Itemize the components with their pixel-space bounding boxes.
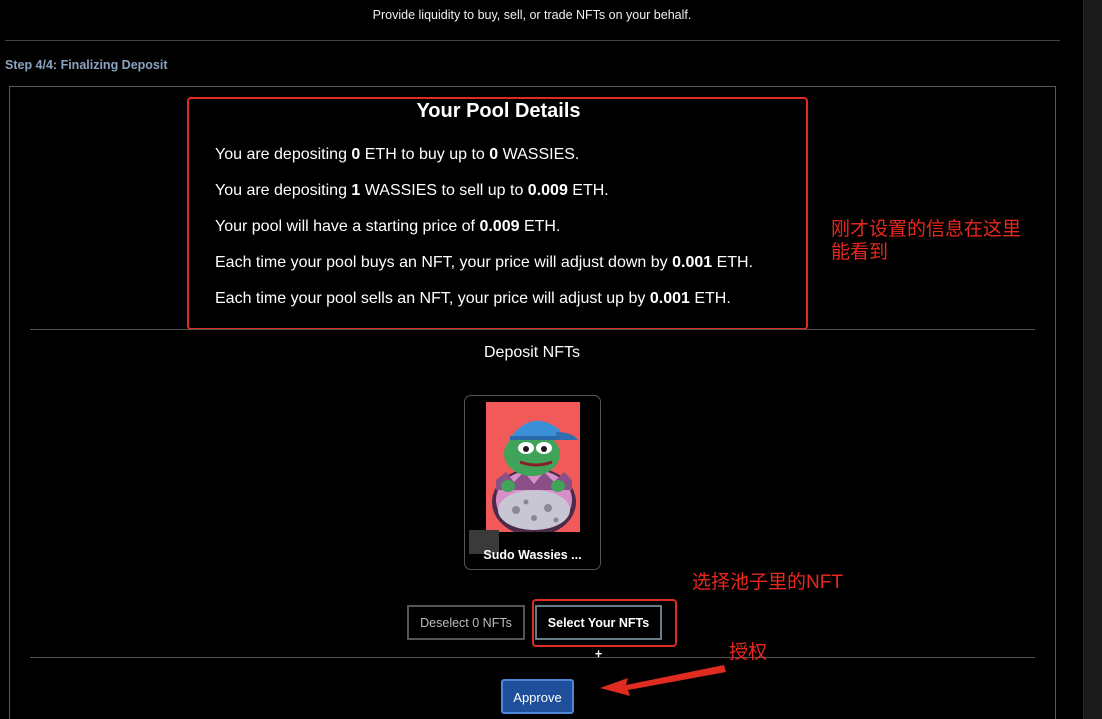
divider [5, 40, 1060, 41]
page: Provide liquidity to buy, sell, or trade… [0, 0, 1102, 719]
annotation-select-note: 选择池子里的NFT [692, 572, 843, 593]
annotation-arrow-icon [600, 665, 726, 696]
nft-card[interactable]: Sudo Wassies ... [464, 395, 601, 570]
detail-line-sell-delta: Each time your pool sells an NFT, your p… [215, 290, 731, 307]
detail-line-buy-delta: Each time your pool buys an NFT, your pr… [215, 254, 754, 271]
annotation-details-note: 刚才设置的信息在这里 能看到 [831, 218, 1021, 264]
detail-line-sell-deposit: You are depositing 1 WASSIES to sell up … [215, 182, 609, 199]
divider [30, 657, 1035, 658]
approve-button[interactable]: Approve [501, 679, 574, 714]
step-label: Step 4/4: Finalizing Deposit [5, 58, 168, 72]
deposit-nfts-title: Deposit NFTs [483, 344, 581, 361]
select-nfts-button[interactable]: Select Your NFTs + [535, 605, 662, 661]
nft-name: Sudo Wassies ... [483, 548, 582, 562]
nft-image [486, 402, 580, 532]
divider [30, 329, 1035, 330]
annotation-approve-note: 授权 [729, 642, 768, 663]
annotation-details-note-line2: 能看到 [831, 242, 889, 263]
nft-artwork [486, 402, 580, 532]
annotation-details-note-line1: 刚才设置的信息在这里 [831, 219, 1022, 240]
detail-line-buy-deposit: You are depositing 0 ETH to buy up to 0 … [215, 146, 580, 163]
pool-details-title: Your Pool Details [416, 100, 581, 122]
page-subtitle: Provide liquidity to buy, sell, or trade… [372, 8, 692, 22]
deselect-nfts-button[interactable]: Deselect 0 NFTs [407, 605, 525, 640]
scrollbar[interactable] [1083, 0, 1102, 719]
detail-line-starting-price: Your pool will have a starting price of … [215, 218, 561, 235]
